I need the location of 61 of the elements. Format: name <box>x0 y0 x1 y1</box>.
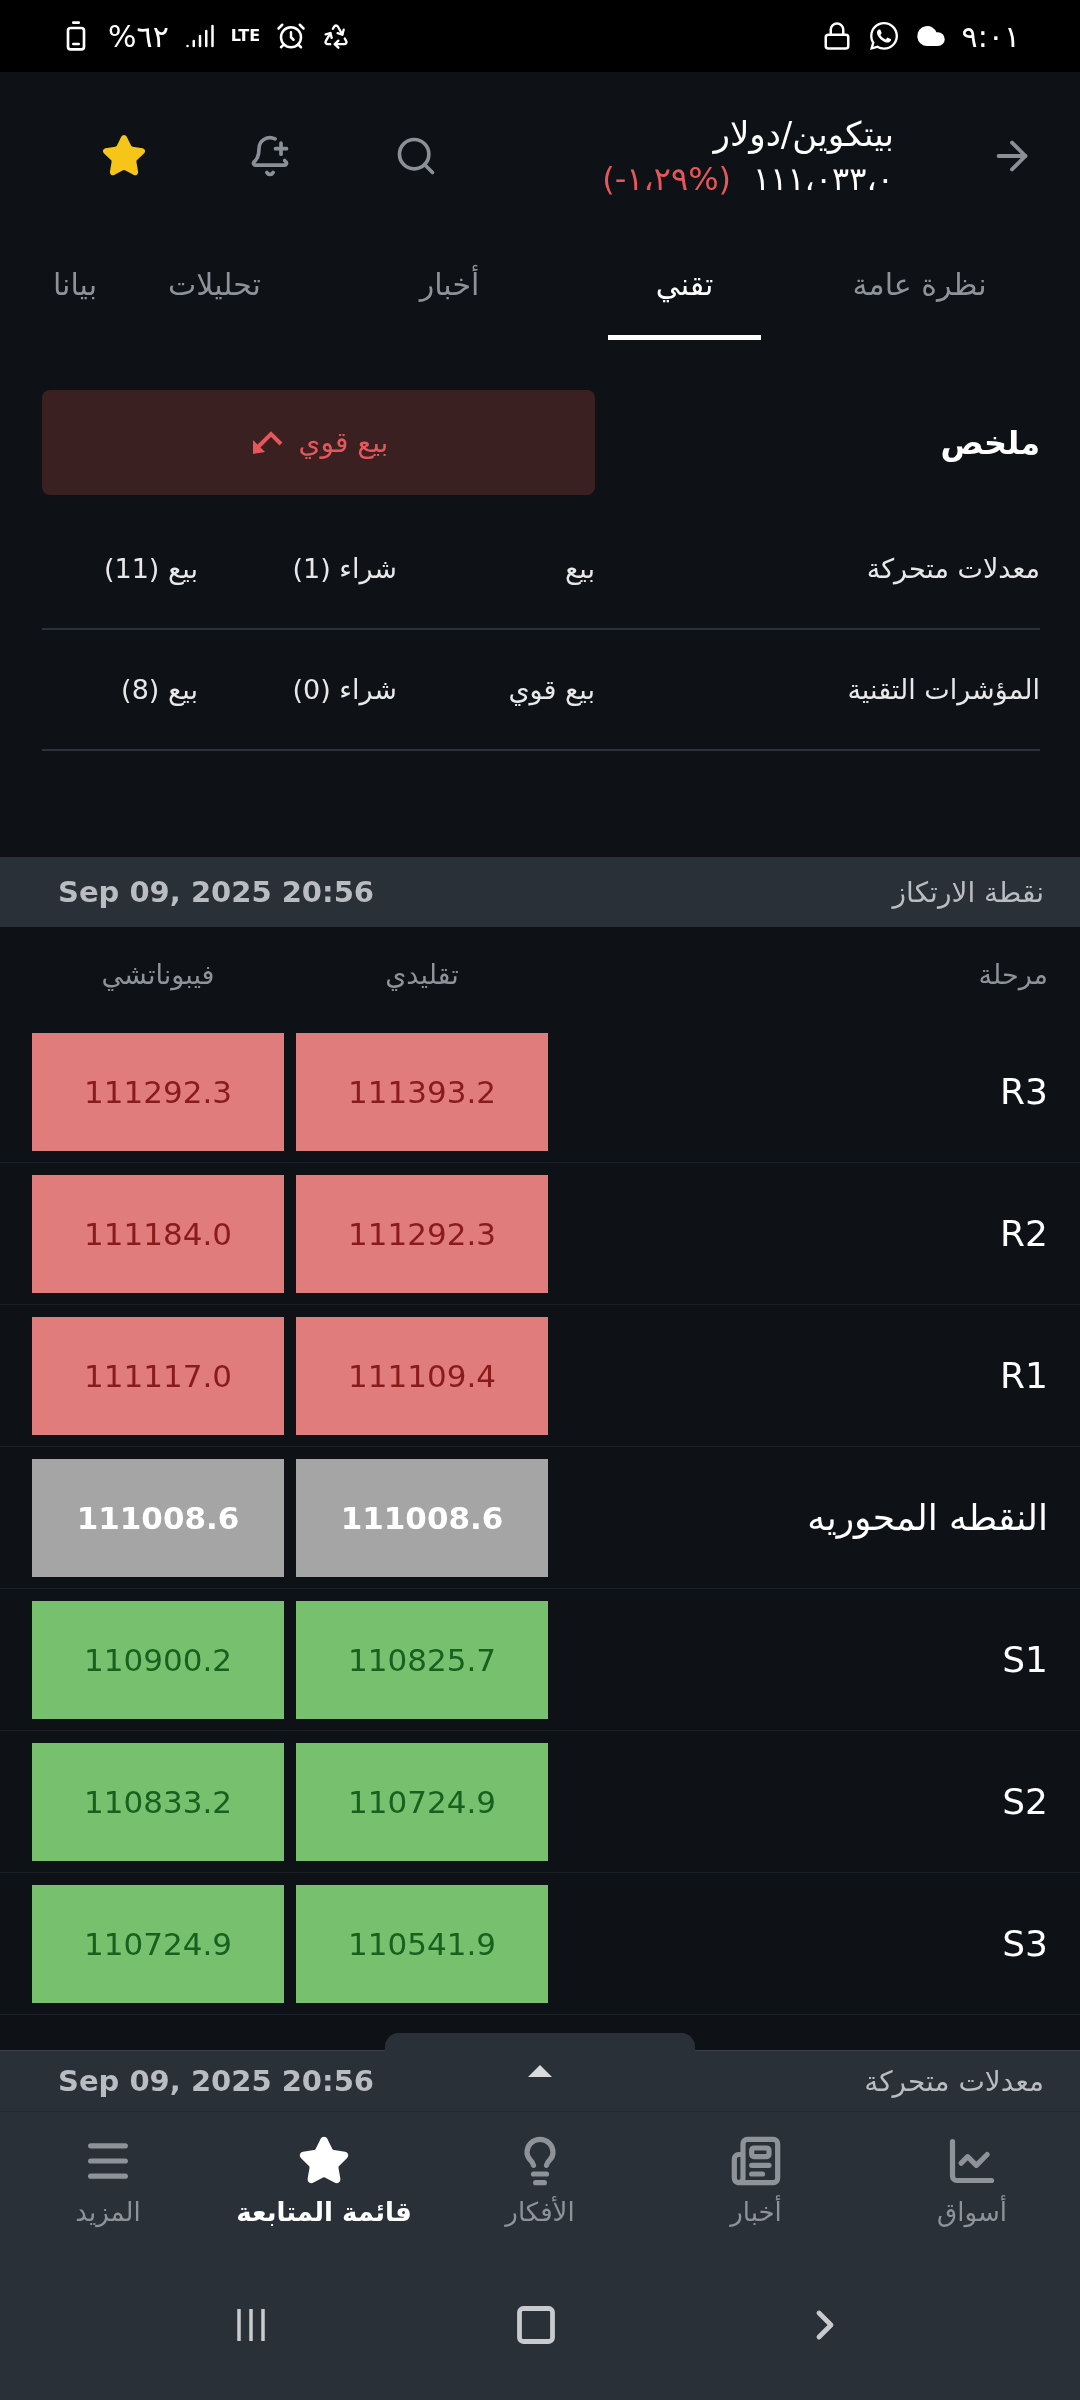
buy-count: شراء (0) <box>291 674 397 705</box>
recycle-icon <box>322 22 351 50</box>
summary-value: بيع قوي <box>507 674 595 705</box>
table-cell: 110724.9 <box>32 1884 284 2003</box>
level-label: S3 <box>1001 1923 1048 1964</box>
chat-bubble-icon <box>867 20 900 52</box>
summary-verdict: بيع قوي <box>42 390 595 495</box>
table-cell: 111117.0 <box>32 1316 284 1435</box>
summary-value: بيع <box>563 553 595 584</box>
tab[interactable]: نظرة عامة <box>802 240 1037 340</box>
table-cell: 111109.4 <box>296 1316 548 1435</box>
table-cell: 110724.9 <box>296 1742 548 1861</box>
column-header: تقليدي <box>384 958 460 990</box>
section-title: نقطة الارتكاز <box>892 875 1044 909</box>
news-icon <box>730 2135 782 2187</box>
level-label: R1 <box>999 1355 1048 1396</box>
tab[interactable]: تحليلات <box>97 240 332 340</box>
price-change: (-١،٢٩%) <box>602 160 732 198</box>
price: ١١١،٠٣٣،٠ <box>753 160 894 198</box>
buy-count: شراء (1) <box>291 553 397 584</box>
level-label: R3 <box>999 1071 1048 1112</box>
summary-label: معدلات متحركة <box>865 553 1040 584</box>
nav-item[interactable]: المزيد <box>0 2112 216 2250</box>
home-button[interactable] <box>514 2303 558 2347</box>
column-header: فيبوناتشي <box>100 958 216 990</box>
level-label: النقطه المحوريه <box>806 1497 1048 1538</box>
network-type: LTE <box>230 28 261 44</box>
table-cell: 111393.2 <box>296 1032 548 1151</box>
sheet-date: Sep 09, 2025 20:56 <box>58 2064 374 2098</box>
sell-count: بيع (8) <box>120 674 198 705</box>
level-label: S1 <box>1001 1639 1048 1680</box>
table-cell: 111008.6 <box>296 1458 548 1577</box>
tab[interactable]: بيانا <box>52 240 97 340</box>
tab[interactable]: أخبار <box>332 240 567 340</box>
nav-item[interactable]: قائمة المتابعة <box>216 2112 432 2250</box>
home-icon <box>514 2303 558 2347</box>
nav-item[interactable]: أخبار <box>648 2112 864 2250</box>
column-header: مرحلة <box>977 958 1048 990</box>
table-cell: 111292.3 <box>32 1032 284 1151</box>
table-cell: 110900.2 <box>32 1600 284 1719</box>
table-cell: 110825.7 <box>296 1600 548 1719</box>
table-cell: 110541.9 <box>296 1884 548 2003</box>
nav-item[interactable]: الأفكار <box>432 2112 648 2250</box>
nav-item[interactable]: أسواق <box>864 2112 1080 2250</box>
sell-count: بيع (11) <box>102 553 198 584</box>
tab[interactable]: تقني <box>567 240 802 340</box>
alarm-icon <box>276 21 307 51</box>
sheet-title: معدلات متحركة <box>864 2064 1044 2098</box>
table-cell: 110833.2 <box>32 1742 284 1861</box>
instrument-title: بيتكوين/دولار <box>711 114 894 154</box>
expand-icon[interactable] <box>526 2063 554 2079</box>
clock: ٩:٠١ <box>961 18 1020 54</box>
level-label: R2 <box>999 1213 1048 1254</box>
section-date: Sep 09, 2025 20:56 <box>58 875 374 909</box>
summary-title: ملخص <box>940 423 1040 462</box>
battery-level: %٦٢ <box>108 18 169 54</box>
table-cell: 111184.0 <box>32 1174 284 1293</box>
level-label: S2 <box>1001 1781 1048 1822</box>
table-cell: 111292.3 <box>296 1174 548 1293</box>
summary-label: المؤشرات التقنية <box>846 674 1040 705</box>
table-cell: 111008.6 <box>32 1458 284 1577</box>
